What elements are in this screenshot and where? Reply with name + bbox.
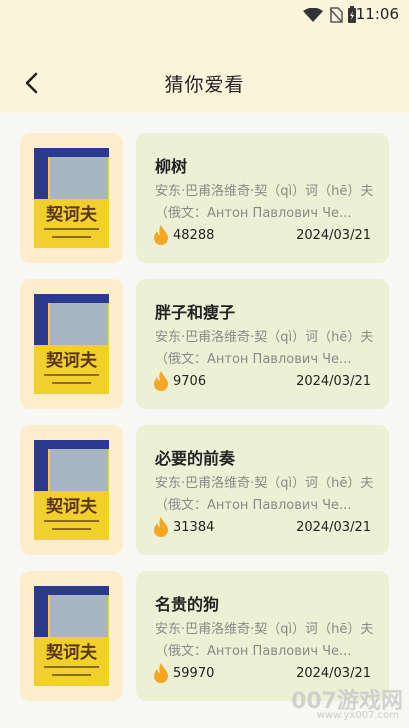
fire-icon <box>154 663 168 683</box>
book-cover-frame: 契诃夫 <box>20 279 123 409</box>
fire-icon <box>154 517 168 537</box>
book-description: 安东·巴甫洛维奇·契（qì）诃（hē）夫（俄文：Антон Павлович Ч… <box>155 622 374 659</box>
clock: 11:06 <box>355 5 399 23</box>
view-count: 31384 <box>173 520 215 535</box>
book-cover: 契诃夫 <box>34 294 109 394</box>
publish-date: 2024/03/21 <box>296 666 371 681</box>
cover-title: 契诃夫 <box>46 643 97 663</box>
book-cover-frame: 契诃夫 <box>20 133 123 263</box>
book-cover: 契诃夫 <box>34 586 109 686</box>
book-cover: 契诃夫 <box>34 148 109 248</box>
book-title: 柳树 <box>155 157 188 176</box>
view-count: 48288 <box>173 228 215 243</box>
cover-title: 契诃夫 <box>46 497 97 517</box>
book-card[interactable]: 必要的前奏 安东·巴甫洛维奇·契（qì）诃（hē）夫（俄文：Антон Павл… <box>136 425 389 555</box>
publish-date: 2024/03/21 <box>296 228 371 243</box>
book-card[interactable]: 胖子和瘦子 安东·巴甫洛维奇·契（qì）诃（hē）夫（俄文：Антон Павл… <box>136 279 389 409</box>
book-description: 安东·巴甫洛维奇·契（qì）诃（hē）夫（俄文：Антон Павлович Ч… <box>155 184 374 221</box>
book-title: 名贵的狗 <box>155 595 220 614</box>
publish-date: 2024/03/21 <box>296 520 371 535</box>
book-cover-frame: 契诃夫 <box>20 571 123 701</box>
wifi-icon <box>303 8 323 22</box>
fire-icon <box>154 371 168 391</box>
fire-icon <box>154 225 168 245</box>
book-cover-frame: 契诃夫 <box>20 425 123 555</box>
status-bar: 11:06 <box>0 0 409 30</box>
book-description: 安东·巴甫洛维奇·契（qì）诃（hē）夫（俄文：Антон Павлович Ч… <box>155 476 374 513</box>
list-item[interactable]: 契诃夫 柳树 安东·巴甫洛维奇·契（qì）诃（hē）夫（俄文：Антон Пав… <box>20 133 389 263</box>
header-bar: 11:06 猜你爱看 <box>0 0 409 113</box>
list-item[interactable]: 契诃夫 必要的前奏 安东·巴甫洛维奇·契（qì）诃（hē）夫（俄文：Антон … <box>20 425 389 555</box>
list-item[interactable]: 契诃夫 胖子和瘦子 安东·巴甫洛维奇·契（qì）诃（hē）夫（俄文：Антон … <box>20 279 389 409</box>
view-count: 59970 <box>173 666 215 681</box>
page-title: 猜你爱看 <box>164 74 245 96</box>
cover-title: 契诃夫 <box>46 205 97 225</box>
no-sim-icon <box>329 7 343 23</box>
view-count: 9706 <box>173 374 207 389</box>
book-description: 安东·巴甫洛维奇·契（qì）诃（hē）夫（俄文：Антон Павлович Ч… <box>155 330 374 367</box>
book-card[interactable]: 名贵的狗 安东·巴甫洛维奇·契（qì）诃（hē）夫（俄文：Антон Павло… <box>136 571 389 701</box>
book-title: 必要的前奏 <box>155 449 236 468</box>
cover-title: 契诃夫 <box>46 351 97 371</box>
watermark-url: www.yx007.com <box>316 710 399 721</box>
book-title: 胖子和瘦子 <box>155 303 236 322</box>
book-card[interactable]: 柳树 安东·巴甫洛维奇·契（qì）诃（hē）夫（俄文：Антон Павлови… <box>136 133 389 263</box>
list-item[interactable]: 契诃夫 名贵的狗 安东·巴甫洛维奇·契（qì）诃（hē）夫（俄文：Антон П… <box>20 571 389 701</box>
publish-date: 2024/03/21 <box>296 374 371 389</box>
book-cover: 契诃夫 <box>34 440 109 540</box>
